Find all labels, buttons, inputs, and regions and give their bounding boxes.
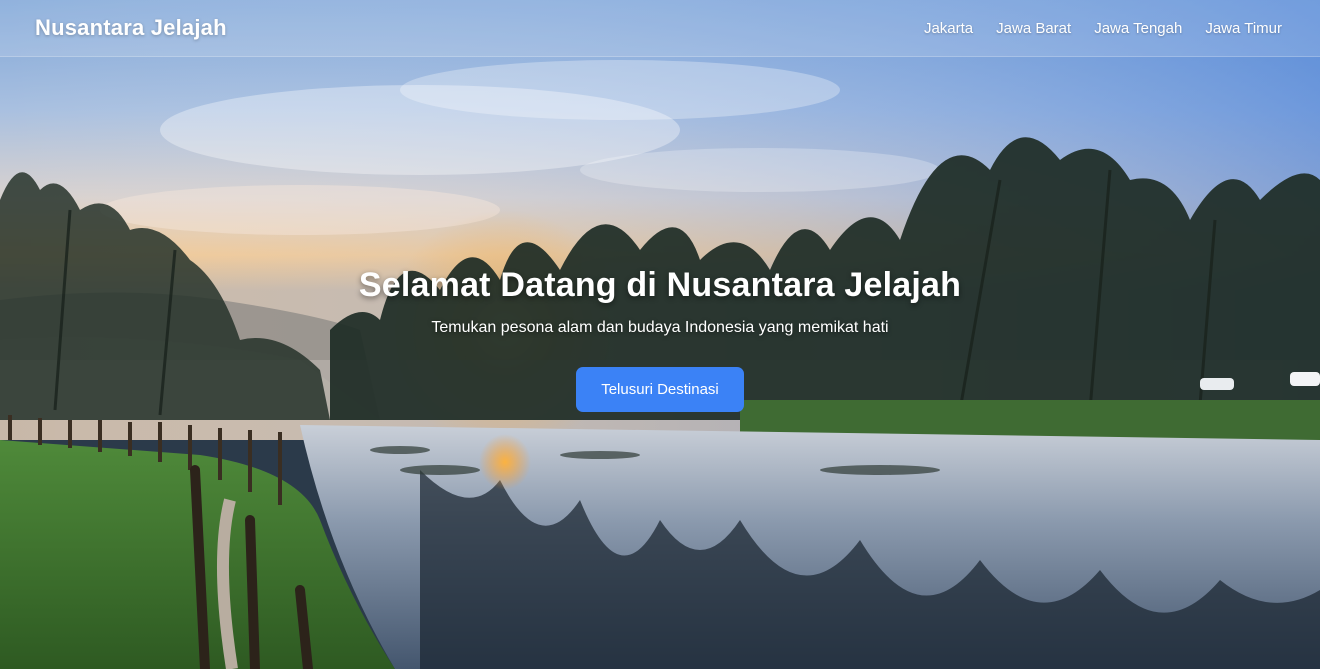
hero-section: Nusantara Jelajah Jakarta Jawa Barat Jaw… [0,0,1320,669]
nav-link-jakarta[interactable]: Jakarta [924,20,973,37]
hero-title: Selamat Datang di Nusantara Jelajah [358,266,962,304]
hero-subtitle: Temukan pesona alam dan budaya Indonesia… [431,319,889,336]
nav-link-jawa-tengah[interactable]: Jawa Tengah [1094,20,1182,37]
nav-links: Jakarta Jawa Barat Jawa Tengah Jawa Timu… [901,20,1282,37]
top-navbar: Nusantara Jelajah Jakarta Jawa Barat Jaw… [0,0,1320,57]
nav-link-jawa-timur[interactable]: Jawa Timur [1205,20,1282,37]
nav-link-jawa-barat[interactable]: Jawa Barat [996,20,1071,37]
brand-logo[interactable]: Nusantara Jelajah [35,15,227,41]
hero-content: Selamat Datang di Nusantara Jelajah Temu… [0,266,1320,412]
explore-destinations-button[interactable]: Telusuri Destinasi [576,367,744,412]
